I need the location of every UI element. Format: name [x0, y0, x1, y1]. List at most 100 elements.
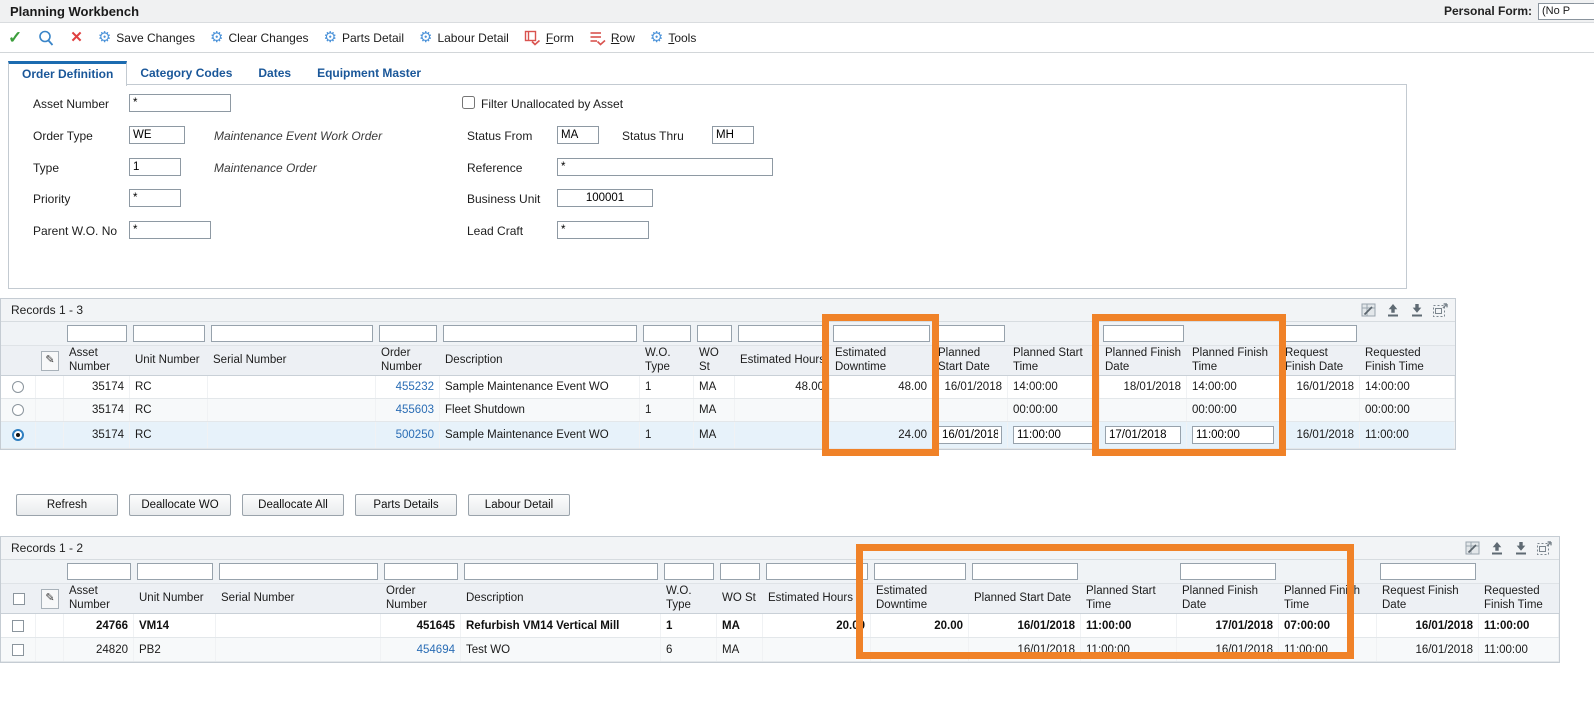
- filter-input-esthrs[interactable]: [766, 563, 868, 580]
- column-header-serial[interactable]: Serial Number: [216, 584, 381, 613]
- filter-input-pfd[interactable]: [1180, 563, 1276, 580]
- filter-input-asset[interactable]: [67, 325, 127, 342]
- status-from-field[interactable]: [557, 126, 599, 144]
- tab-equipment-master[interactable]: Equipment Master: [304, 61, 434, 85]
- row-radio[interactable]: [12, 404, 24, 416]
- parts-details-button[interactable]: Parts Details: [355, 494, 457, 516]
- column-header-rft[interactable]: Requested Finish Time: [1479, 584, 1559, 613]
- column-header-wost[interactable]: WO St: [717, 584, 763, 613]
- column-header-pft[interactable]: Planned Finish Time: [1279, 584, 1377, 613]
- filter-input-asset[interactable]: [67, 563, 131, 580]
- save-changes-button[interactable]: ⚙ Save Changes: [98, 30, 195, 45]
- expand-grid-icon[interactable]: [1536, 540, 1553, 556]
- column-header-rft[interactable]: Requested Finish Time: [1360, 346, 1455, 375]
- column-header-pst[interactable]: Planned Start Time: [1081, 584, 1177, 613]
- filter-input-rfd[interactable]: [1380, 563, 1476, 580]
- column-header-wotype[interactable]: W.O. Type: [661, 584, 717, 613]
- filter-input-esthrs[interactable]: [738, 325, 827, 342]
- cell-input-pfd[interactable]: [1105, 426, 1181, 444]
- column-header-serial[interactable]: Serial Number: [208, 346, 376, 375]
- refresh-button[interactable]: Refresh: [16, 494, 118, 516]
- expand-grid-icon[interactable]: [1432, 302, 1449, 318]
- import-grid-icon[interactable]: [1512, 540, 1529, 556]
- column-header-unit[interactable]: Unit Number: [130, 346, 208, 375]
- ok-button[interactable]: ✓: [8, 29, 22, 46]
- row-checkbox[interactable]: [12, 620, 24, 632]
- cell-input-psd[interactable]: [938, 426, 1002, 444]
- filter-input-estdt[interactable]: [833, 325, 930, 342]
- column-header-estdt[interactable]: Estimated Downtime: [871, 584, 969, 613]
- column-header-rfd[interactable]: Request Finish Date: [1377, 584, 1479, 613]
- column-header-pfd[interactable]: Planned Finish Date: [1177, 584, 1279, 613]
- order-number-link[interactable]: 454694: [417, 644, 455, 656]
- priority-field[interactable]: [129, 189, 181, 207]
- cell-input-pft[interactable]: [1192, 426, 1274, 444]
- filter-input-wost[interactable]: [697, 325, 732, 342]
- labour-detail-button[interactable]: ⚙ Labour Detail: [419, 30, 509, 45]
- column-header-pst[interactable]: Planned Start Time: [1008, 346, 1100, 375]
- row-radio[interactable]: [12, 429, 24, 441]
- column-header-psd[interactable]: Planned Start Date: [969, 584, 1081, 613]
- filter-input-desc[interactable]: [464, 563, 658, 580]
- filter-input-order[interactable]: [379, 325, 437, 342]
- column-header-psd[interactable]: Planned Start Date: [933, 346, 1008, 375]
- filter-input-unit[interactable]: [137, 563, 213, 580]
- filter-input-psd[interactable]: [972, 563, 1078, 580]
- deallocate-all-button[interactable]: Deallocate All: [242, 494, 344, 516]
- filter-input-rfd[interactable]: [1283, 325, 1357, 342]
- column-header-desc[interactable]: Description: [461, 584, 661, 613]
- column-header-desc[interactable]: Description: [440, 346, 640, 375]
- parts-detail-button[interactable]: ⚙ Parts Detail: [324, 30, 404, 45]
- business-unit-field[interactable]: [557, 189, 653, 207]
- row-checkbox[interactable]: [12, 644, 24, 656]
- order-number-link[interactable]: 455232: [396, 381, 434, 393]
- export-grid-icon[interactable]: [1384, 302, 1401, 318]
- order-number-link[interactable]: 455603: [396, 404, 434, 416]
- customize-grid-icon[interactable]: [1360, 302, 1377, 318]
- column-header-unit[interactable]: Unit Number: [134, 584, 216, 613]
- filter-input-desc[interactable]: [443, 325, 637, 342]
- asset-number-field[interactable]: [129, 94, 231, 112]
- filter-input-order[interactable]: [384, 563, 458, 580]
- personal-form-select[interactable]: (No P: [1538, 3, 1594, 20]
- tab-order-definition[interactable]: Order Definition: [8, 61, 127, 86]
- type-field[interactable]: [129, 158, 181, 176]
- select-all-checkbox[interactable]: [13, 593, 25, 605]
- column-header-rfd[interactable]: Request Finish Date: [1280, 346, 1360, 375]
- column-header-asset[interactable]: Asset Number: [64, 346, 130, 375]
- column-header-esthrs[interactable]: Estimated Hours: [735, 346, 830, 375]
- status-thru-field[interactable]: [712, 126, 754, 144]
- filter-input-serial[interactable]: [211, 325, 373, 342]
- column-header-order[interactable]: Order Number: [381, 584, 461, 613]
- column-header-asset[interactable]: Asset Number: [64, 584, 134, 613]
- filter-input-unit[interactable]: [133, 325, 205, 342]
- import-grid-icon[interactable]: [1408, 302, 1425, 318]
- column-header-pfd[interactable]: Planned Finish Date: [1100, 346, 1187, 375]
- filter-input-pfd[interactable]: [1103, 325, 1184, 342]
- filter-unallocated-checkbox[interactable]: [462, 96, 475, 109]
- tools-menu[interactable]: ⚙ Tools: [650, 30, 696, 45]
- filter-input-wotype[interactable]: [664, 563, 714, 580]
- column-header-wost[interactable]: WO St: [694, 346, 735, 375]
- row-radio[interactable]: [12, 381, 24, 393]
- column-header-order[interactable]: Order Number: [376, 346, 440, 375]
- tab-category-codes[interactable]: Category Codes: [127, 61, 245, 85]
- parent-wo-field[interactable]: [129, 221, 211, 239]
- lead-craft-field[interactable]: [557, 221, 649, 239]
- filter-input-psd[interactable]: [936, 325, 1005, 342]
- column-header-esthrs[interactable]: Estimated Hours: [763, 584, 871, 613]
- column-header-estdt[interactable]: Estimated Downtime: [830, 346, 933, 375]
- filter-input-wotype[interactable]: [643, 325, 691, 342]
- filter-input-serial[interactable]: [219, 563, 378, 580]
- column-header-wotype[interactable]: W.O. Type: [640, 346, 694, 375]
- column-header-pft[interactable]: Planned Finish Time: [1187, 346, 1280, 375]
- find-button[interactable]: [37, 29, 55, 47]
- export-grid-icon[interactable]: [1488, 540, 1505, 556]
- form-menu[interactable]: Form: [524, 30, 574, 46]
- close-button[interactable]: ✕: [70, 30, 83, 45]
- customize-grid-icon[interactable]: [1464, 540, 1481, 556]
- reference-field[interactable]: [557, 158, 773, 176]
- deallocate-wo-button[interactable]: Deallocate WO: [129, 494, 231, 516]
- filter-input-estdt[interactable]: [874, 563, 966, 580]
- row-menu[interactable]: Row: [589, 30, 635, 46]
